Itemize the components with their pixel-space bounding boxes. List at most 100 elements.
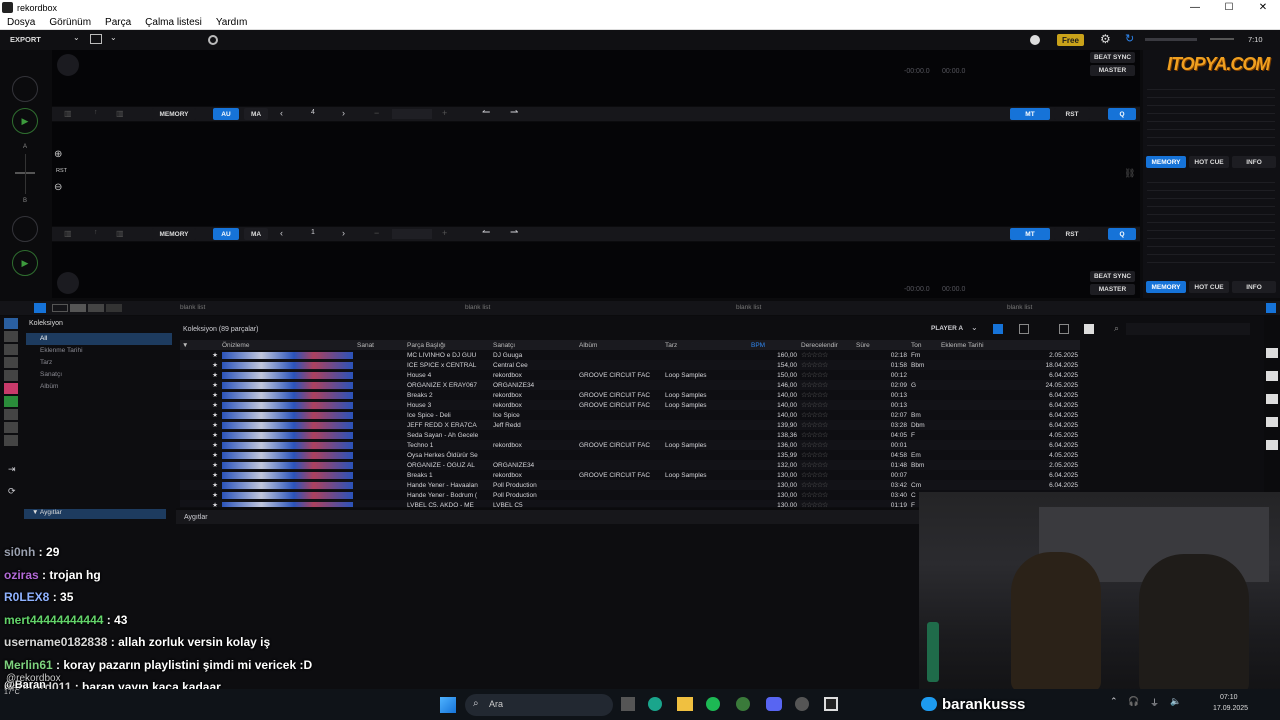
manual-button-deck1[interactable]: MA xyxy=(244,108,268,120)
memory-button-deck1[interactable]: MEMORY xyxy=(152,108,196,120)
grid-edit-icon[interactable]: ▥ xyxy=(116,109,124,118)
rst-button-deck2[interactable]: RST xyxy=(1054,228,1090,240)
playlist-tab-2[interactable]: blank list xyxy=(465,304,490,311)
volume-icon[interactable]: 🔈 xyxy=(1170,696,1181,707)
auto-button-deck1[interactable]: AU xyxy=(213,108,239,120)
minus-icon[interactable]: − xyxy=(374,228,379,238)
playlist-tab-1[interactable]: blank list xyxy=(180,304,205,311)
windows-start-icon[interactable] xyxy=(440,697,456,713)
grid-icon[interactable]: ▥ xyxy=(64,109,72,118)
tab-memory-deck1[interactable]: MEMORY xyxy=(1146,156,1186,168)
quantize-button-deck1[interactable]: Q xyxy=(1108,108,1136,120)
spotify-icon[interactable] xyxy=(706,697,720,711)
tree-item-genre[interactable]: Tarz xyxy=(26,357,172,369)
cue-marker-icon[interactable]: ↑ xyxy=(94,229,98,236)
close-button[interactable]: ✕ xyxy=(1246,0,1280,15)
browser-view-icon[interactable] xyxy=(34,303,46,313)
grid-edit-icon[interactable]: ▥ xyxy=(116,229,124,238)
tag-icon[interactable] xyxy=(1266,348,1278,358)
loop-prev-icon[interactable]: ‹ xyxy=(280,108,283,118)
chevron-down-icon[interactable]: ⌄ xyxy=(971,323,978,332)
col-time[interactable]: Süre xyxy=(854,340,909,350)
table-row[interactable]: ★ Breaks 1 rekordbox GROOVE CIRCUIT FAC Loop… xyxy=(180,470,1080,480)
quantize-button-deck2[interactable]: Q xyxy=(1108,228,1136,240)
history-icon[interactable] xyxy=(4,370,18,381)
plus-icon[interactable]: + xyxy=(442,228,447,238)
tab-info-deck2[interactable]: INFO xyxy=(1232,281,1276,293)
spotify-icon[interactable] xyxy=(4,396,18,407)
usb-icon[interactable] xyxy=(4,435,18,446)
panel-view-icon[interactable] xyxy=(1084,324,1094,334)
tree-item-album[interactable]: Albüm xyxy=(26,381,172,393)
filter-icon[interactable]: ▼ xyxy=(180,340,220,350)
layout-option-icon[interactable] xyxy=(106,304,122,312)
gear-icon[interactable]: ⚙ xyxy=(1100,32,1111,46)
playlist-tab-4[interactable]: blank list xyxy=(1007,304,1032,311)
info-icon[interactable] xyxy=(1266,417,1278,427)
zoom-in-icon[interactable]: ⊕ xyxy=(54,149,62,160)
search-icon[interactable]: ⌕ xyxy=(1114,323,1119,334)
grid-view-icon[interactable] xyxy=(1059,324,1069,334)
player-select[interactable]: PLAYER A xyxy=(931,325,963,332)
explorer-icon[interactable] xyxy=(4,357,18,368)
shift-left-icon[interactable]: ↼ xyxy=(482,107,490,118)
playlist-tab-3[interactable]: blank list xyxy=(736,304,761,311)
menu-view[interactable]: Görünüm xyxy=(49,17,91,28)
col-key[interactable]: Ton xyxy=(909,340,939,350)
weather-widget[interactable]: 17°C xyxy=(4,689,20,696)
col-genre[interactable]: Tarz xyxy=(663,340,749,350)
pen-icon[interactable] xyxy=(4,344,18,355)
cue-button-deck2[interactable] xyxy=(12,216,38,242)
edge-icon[interactable] xyxy=(648,697,662,711)
edit-icon[interactable] xyxy=(1266,371,1278,381)
chevron-down-icon[interactable]: ⌄ xyxy=(73,33,80,42)
tree-item-artist[interactable]: Sanatçı xyxy=(26,369,172,381)
cloud-icon[interactable] xyxy=(4,409,18,420)
rekordbox-taskbar-icon[interactable] xyxy=(824,697,838,711)
deck2-waveform[interactable]: -00:00.0 00:00.0 xyxy=(52,242,1140,298)
master-volume-slider[interactable] xyxy=(1145,38,1197,41)
related-icon[interactable] xyxy=(1266,394,1278,404)
auto-button-deck2[interactable]: AU xyxy=(213,228,239,240)
free-plan-badge[interactable]: Free xyxy=(1057,34,1084,46)
play-button-deck1[interactable]: ▶ xyxy=(12,108,38,134)
play-button-deck2[interactable]: ▶ xyxy=(12,250,38,276)
panel-icon[interactable] xyxy=(1266,440,1278,450)
table-row[interactable]: ★ Breaks 2 rekordbox GROOVE CIRCUIT FAC Loop… xyxy=(180,390,1080,400)
link-icon[interactable]: ⛓ xyxy=(1124,168,1135,179)
menu-playlist[interactable]: Çalma listesi xyxy=(145,17,202,28)
master-button-deck2[interactable]: MASTER xyxy=(1090,284,1135,295)
detail-view-icon[interactable] xyxy=(1019,324,1029,334)
minus-icon[interactable]: − xyxy=(374,108,379,118)
layout-option-icon[interactable] xyxy=(88,304,104,312)
search-input[interactable] xyxy=(1126,323,1250,335)
menu-file[interactable]: Dosya xyxy=(7,17,35,28)
playlist-icon[interactable] xyxy=(4,331,18,342)
file-explorer-icon[interactable] xyxy=(677,697,693,711)
col-title[interactable]: Parça Başlığı xyxy=(405,340,491,350)
col-artwork[interactable]: Sanat xyxy=(355,340,405,350)
info-icon[interactable] xyxy=(1030,35,1040,45)
plus-icon[interactable]: + xyxy=(442,108,447,118)
tree-item-date-added[interactable]: Eklenme Tarihi xyxy=(26,345,172,357)
master-button-deck1[interactable]: MASTER xyxy=(1090,65,1135,76)
app-icon[interactable] xyxy=(736,697,750,711)
headset-icon[interactable]: 🎧 xyxy=(1128,696,1139,707)
tray-chevron-icon[interactable]: ⌃ xyxy=(1110,696,1118,707)
rst-button-deck1[interactable]: RST xyxy=(1054,108,1090,120)
deck1-waveform[interactable]: -00:00.0 00:00.0 xyxy=(52,50,1140,106)
wifi-icon[interactable]: ⏚ xyxy=(1150,696,1159,709)
beat-sync-button-deck2[interactable]: BEAT SYNC xyxy=(1090,271,1135,282)
table-row[interactable]: ★ Ice Spice - Deli Ice Spice 140,00 ☆☆☆☆☆ 02:… xyxy=(180,410,1080,420)
zoom-reset-label[interactable]: RST xyxy=(56,168,67,174)
cue-marker-icon[interactable]: ↑ xyxy=(94,109,98,116)
device-icon[interactable] xyxy=(4,422,18,433)
taskbar-search[interactable]: ⌕ Ara xyxy=(465,694,613,716)
shift-right-icon[interactable]: ⇀ xyxy=(510,227,518,238)
tab-hotcue-deck1[interactable]: HOT CUE xyxy=(1189,156,1229,168)
record-icon[interactable] xyxy=(208,35,218,45)
layout-option-icon[interactable] xyxy=(70,304,86,312)
table-row[interactable]: ★ Techno 1 rekordbox GROOVE CIRCUIT FAC Loop… xyxy=(180,440,1080,450)
refresh-icon[interactable]: ⟳ xyxy=(8,486,16,497)
col-rating[interactable]: Derecelendir xyxy=(799,340,854,350)
